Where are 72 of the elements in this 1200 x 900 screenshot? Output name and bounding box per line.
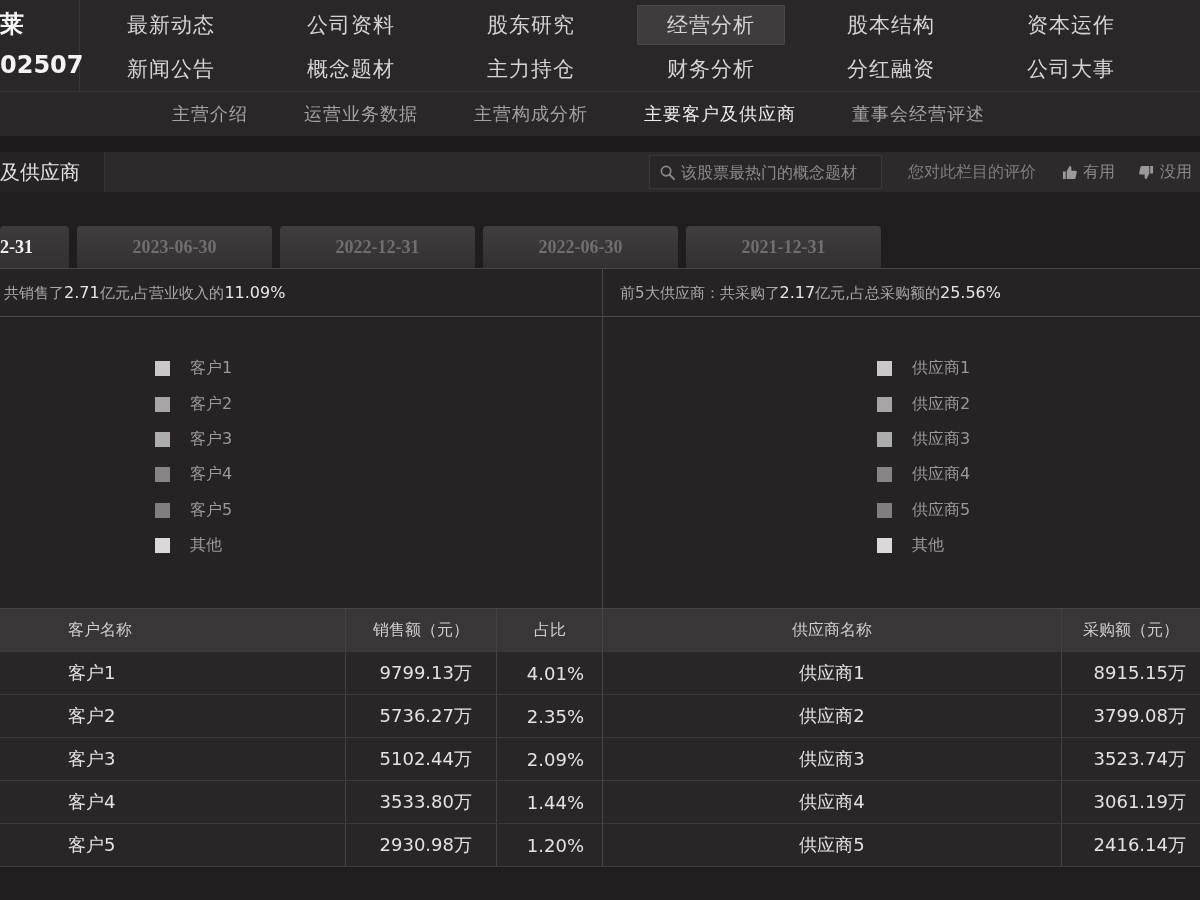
table-cell: 客户2: [0, 695, 346, 737]
section-title: 及供应商: [0, 152, 105, 192]
legend-label: 客户4: [190, 464, 233, 486]
legend-label: 供应商2: [912, 393, 971, 415]
table-cell-text: 1.20%: [525, 833, 585, 858]
table-cell-text: 2.09%: [525, 747, 585, 772]
table-cell-text: 3799.08万: [1092, 704, 1187, 728]
legend-label: 其他: [190, 535, 222, 557]
table-cell-text: 2416.14万: [1092, 833, 1187, 857]
table-cell: 供应商3: [603, 738, 1062, 780]
table-cell: 供应商4: [603, 781, 1062, 823]
column-header: 占比: [532, 618, 567, 641]
table-cell: 5736.27万: [346, 695, 497, 737]
table-cell: 客户1: [0, 652, 346, 694]
nav-tab[interactable]: 概念题材: [277, 49, 425, 89]
sub-nav-link[interactable]: 主营介绍: [170, 98, 250, 130]
column-header: 供应商名称: [603, 609, 1062, 651]
useful-button[interactable]: 有用: [1062, 159, 1115, 185]
search-icon: [660, 164, 675, 180]
table-cell: 客户3: [0, 738, 346, 780]
nav-tab[interactable]: 主力持仓: [457, 49, 605, 89]
table-cell-text: 3061.19万: [1092, 790, 1187, 814]
sub-nav-link[interactable]: 运营业务数据: [302, 98, 420, 130]
nav-tab[interactable]: 股本结构: [817, 5, 965, 45]
nav-tab[interactable]: 资本运作: [997, 5, 1145, 45]
nav-tab[interactable]: 公司大事: [997, 49, 1145, 89]
table-cell: 2930.98万: [346, 824, 497, 866]
sub-nav-link[interactable]: 主要客户及供应商: [642, 98, 798, 130]
column-header: 客户名称: [0, 609, 346, 651]
legend-label: 供应商5: [912, 499, 971, 521]
table-cell-text: 8915.15万: [1092, 661, 1187, 685]
legend-label: 供应商4: [912, 464, 971, 486]
sub-nav-link[interactable]: 主营构成分析: [472, 98, 590, 130]
legend-label: 客户1: [190, 358, 233, 380]
table-cell: 5102.44万: [346, 738, 497, 780]
table-cell-text: 4.01%: [525, 661, 585, 686]
sub-nav-link[interactable]: 董事会经营评述: [850, 98, 987, 130]
table-cell: 供应商1: [603, 652, 1062, 694]
stock-name: 莱: [0, 10, 24, 39]
legend-label: 供应商1: [912, 358, 971, 380]
column-header: 销售额（元）: [346, 609, 497, 651]
useless-button[interactable]: 没用: [1139, 159, 1192, 185]
table-cell-text: 3523.74万: [1092, 747, 1187, 771]
nav-tab[interactable]: 新闻公告: [97, 49, 245, 89]
summary-text: 共销售了2.71亿元,占营业收入的11.09%: [0, 269, 602, 317]
legend-label: 客户3: [190, 428, 233, 450]
table-cell-text: 1.44%: [525, 790, 585, 815]
nav-tab[interactable]: 最新动态: [97, 5, 245, 45]
thumbs-down-icon: [1139, 164, 1154, 180]
nav-tab[interactable]: 经营分析: [637, 5, 785, 45]
period-tab[interactable]: 2-31: [0, 226, 69, 268]
rating-prompt: 您对此栏目的评价: [908, 161, 1036, 183]
stock-code: 02507: [0, 50, 84, 79]
summary-text: 前5大供应商：共采购了2.17亿元,占总采购额的25.56%: [603, 269, 1200, 317]
table-cell: 供应商5: [603, 824, 1062, 866]
thumbs-up-icon: [1062, 164, 1077, 180]
legend-label: 客户2: [190, 393, 233, 415]
search-field[interactable]: 该股票最热门的概念题材: [649, 155, 882, 189]
legend-label: 其他: [912, 535, 944, 557]
table-cell: 客户4: [0, 781, 346, 823]
nav-tab[interactable]: 公司资料: [277, 5, 425, 45]
legend-label: 客户5: [190, 499, 233, 521]
table-cell-text: 2.35%: [525, 704, 585, 729]
table-cell: 3533.80万: [346, 781, 497, 823]
nav-tab[interactable]: 分红融资: [817, 49, 965, 89]
legend-label: 供应商3: [912, 428, 971, 450]
column-header: 采购额（元）: [1082, 618, 1180, 641]
table-cell: 客户5: [0, 824, 346, 866]
nav-tab[interactable]: 财务分析: [637, 49, 785, 89]
table-cell: 供应商2: [603, 695, 1062, 737]
nav-tab[interactable]: 股东研究: [457, 5, 605, 45]
table-cell: 9799.13万: [346, 652, 497, 694]
